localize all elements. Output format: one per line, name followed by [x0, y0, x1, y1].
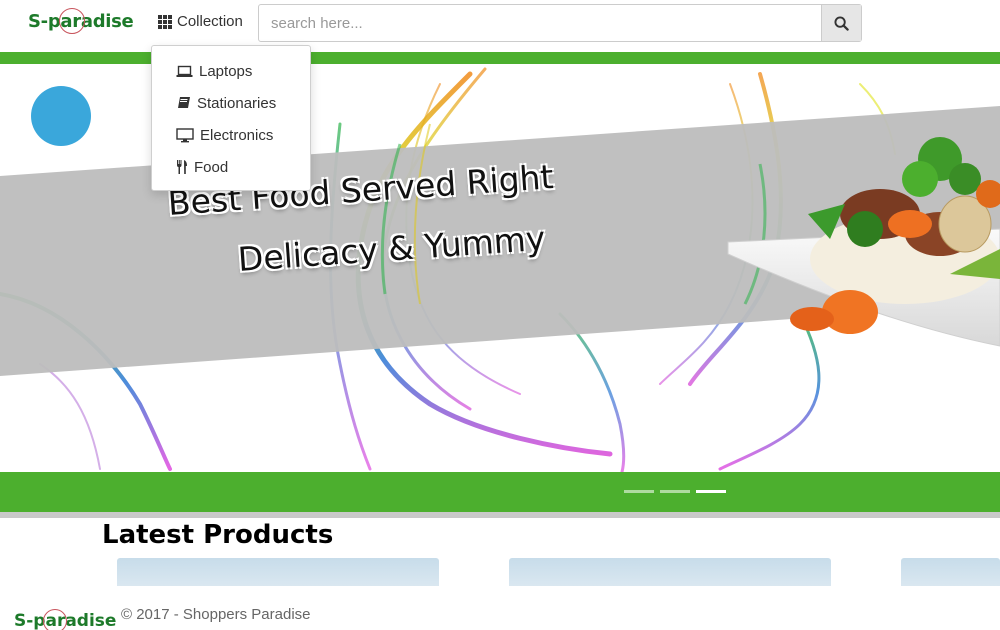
dropdown-item-laptops[interactable]: Laptops — [152, 55, 310, 87]
hero-top-bar — [0, 52, 1000, 64]
search-input[interactable] — [259, 5, 821, 41]
copyright-text: © 2017 - Shoppers Paradise — [121, 606, 311, 623]
book-icon — [178, 97, 190, 108]
dropdown-item-label: Laptops — [199, 62, 253, 80]
collection-dropdown: Laptops Stationaries Electronics Food — [151, 45, 311, 191]
dropdown-item-stationaries[interactable]: Stationaries — [152, 87, 310, 119]
latest-products-heading: Latest Products — [102, 520, 334, 550]
brand-logo[interactable]: S-paradise — [28, 8, 134, 34]
dropdown-item-label: Electronics — [200, 126, 274, 144]
cutlery-icon — [177, 160, 187, 174]
carousel-indicator-2[interactable] — [660, 490, 690, 493]
carousel-control-dot[interactable] — [31, 86, 91, 146]
laptop-icon — [176, 65, 193, 77]
dropdown-item-label: Food — [194, 158, 229, 176]
product-card[interactable] — [117, 558, 439, 588]
navbar: S-paradise Collection — [0, 0, 1000, 52]
hero-bottom-bar — [0, 472, 1000, 512]
monitor-icon — [176, 127, 194, 142]
logo-ring-icon — [59, 8, 85, 34]
footer: S-paradise © 2017 - Shoppers Paradise — [0, 586, 1000, 630]
grid-icon — [158, 14, 172, 29]
product-card[interactable] — [901, 558, 1000, 588]
search-bar — [258, 4, 862, 42]
dropdown-item-label: Stationaries — [197, 94, 277, 112]
hero-background-art — [0, 67, 1000, 472]
carousel-indicator-1[interactable] — [624, 490, 654, 493]
dropdown-item-electronics[interactable]: Electronics — [152, 119, 310, 151]
search-button[interactable] — [821, 5, 861, 41]
hero-carousel: Best Food Served Right Delicacy & Yummy — [0, 64, 1000, 472]
collection-label: Collection — [177, 13, 243, 30]
collection-menu-toggle[interactable]: Collection — [158, 13, 243, 30]
carousel-indicator-3[interactable] — [696, 490, 726, 493]
dropdown-item-food[interactable]: Food — [152, 151, 310, 183]
search-icon — [834, 15, 849, 31]
product-card[interactable] — [509, 558, 831, 588]
logo-ring-icon — [43, 609, 67, 630]
page: S-paradise Collection Laptops — [0, 0, 1000, 630]
footer-logo[interactable]: S-paradise — [14, 609, 116, 630]
section-divider — [0, 512, 1000, 518]
